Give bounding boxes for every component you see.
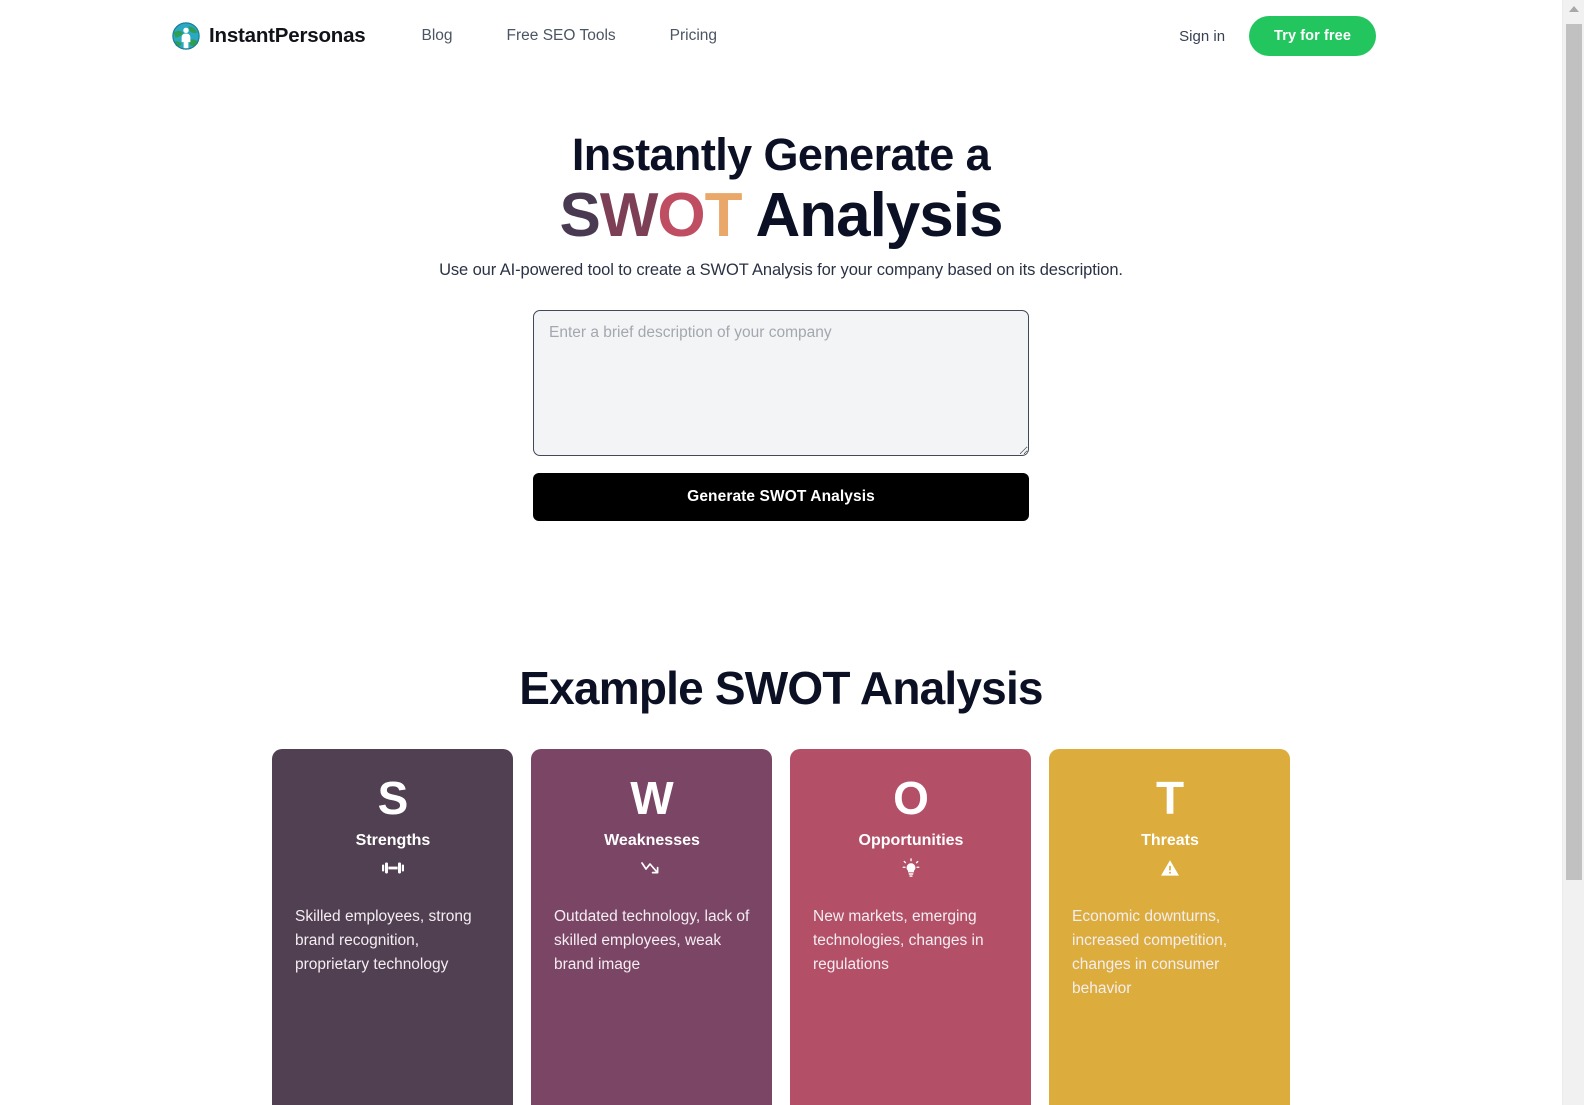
swot-card-heading: Opportunities	[858, 831, 964, 849]
swot-letter-s: S	[559, 181, 601, 251]
swot-card-heading: Threats	[1141, 831, 1199, 849]
hero-subtitle: Use our AI-powered tool to create a SWOT…	[439, 260, 1123, 279]
generate-swot-analysis-button[interactable]: Generate SWOT Analysis	[533, 472, 1029, 521]
example-swot-section: Example SWOT Analysis S Strengths Skille…	[0, 661, 1562, 1105]
hero-title-analysis: Analysis	[741, 181, 1003, 251]
nav-link-pricing[interactable]: Pricing	[670, 21, 717, 51]
swot-card-weaknesses: W Weaknesses Outdated technology, lack o…	[531, 748, 772, 1105]
swot-card-opportunities: O Opportunities New markets, emerging te	[790, 748, 1031, 1105]
swot-card-heading: Strengths	[355, 831, 431, 849]
nav-link-free-seo-tools[interactable]: Free SEO Tools	[507, 21, 616, 51]
lightbulb-icon	[900, 858, 922, 878]
sign-in-link[interactable]: Sign in	[1179, 28, 1225, 45]
scrollbar-up-arrow-icon[interactable]	[1563, 0, 1584, 18]
hero-title-line2: SWOT Analysis	[0, 183, 1562, 249]
page-title: Instantly Generate a SWOT Analysis	[0, 128, 1562, 249]
dumbbell-icon	[382, 858, 404, 878]
swot-card-heading: Weaknesses	[604, 831, 700, 849]
hero-section: Instantly Generate a SWOT Analysis Use o…	[0, 72, 1562, 521]
swot-card-body: Economic downturns, increased competitio…	[1072, 907, 1228, 997]
swot-card-letter: S	[377, 771, 409, 824]
swot-card-letter: O	[893, 771, 929, 824]
site-header: InstantPersonas Blog Free SEO Tools Pric…	[0, 0, 1562, 72]
scrollbar-thumb[interactable]	[1566, 24, 1582, 880]
swot-card-body: Skilled employees, strong brand recognit…	[295, 907, 472, 973]
swot-card-letter: T	[1155, 771, 1185, 824]
vertical-scrollbar[interactable]	[1562, 0, 1584, 1105]
swot-card-body: Outdated technology, lack of skilled emp…	[554, 907, 750, 973]
nav-link-blog[interactable]: Blog	[422, 21, 453, 51]
swot-card-body: New markets, emerging technologies, chan…	[813, 907, 984, 973]
swot-card-grid: S Strengths Skilled employees, strong br…	[0, 748, 1562, 1105]
main-nav: Blog Free SEO Tools Pricing	[422, 21, 718, 51]
swot-letter-t: T	[704, 181, 743, 251]
swot-card-strengths: S Strengths Skilled employees, strong br…	[272, 748, 513, 1105]
example-section-title: Example SWOT Analysis	[519, 661, 1043, 714]
brand-logo-link[interactable]: InstantPersonas	[172, 22, 366, 50]
swot-letter-w: W	[599, 181, 659, 251]
swot-letter-o: O	[657, 181, 705, 251]
trend-down-arrow-icon	[641, 858, 663, 878]
warning-triangle-icon	[1160, 858, 1180, 878]
swot-card-letter: W	[630, 771, 674, 824]
company-description-input[interactable]	[533, 309, 1029, 456]
header-actions: Sign in Try for free	[1179, 0, 1376, 72]
brand-name: InstantPersonas	[209, 24, 366, 47]
swot-generator-form: Generate SWOT Analysis	[533, 309, 1029, 521]
hero-title-line1: Instantly Generate a	[571, 129, 991, 180]
page-viewport: InstantPersonas Blog Free SEO Tools Pric…	[0, 0, 1562, 1105]
try-for-free-button[interactable]: Try for free	[1249, 16, 1376, 56]
swot-card-threats: T Threats Economic downturns, increased …	[1049, 748, 1290, 1105]
globe-person-icon	[172, 22, 200, 50]
